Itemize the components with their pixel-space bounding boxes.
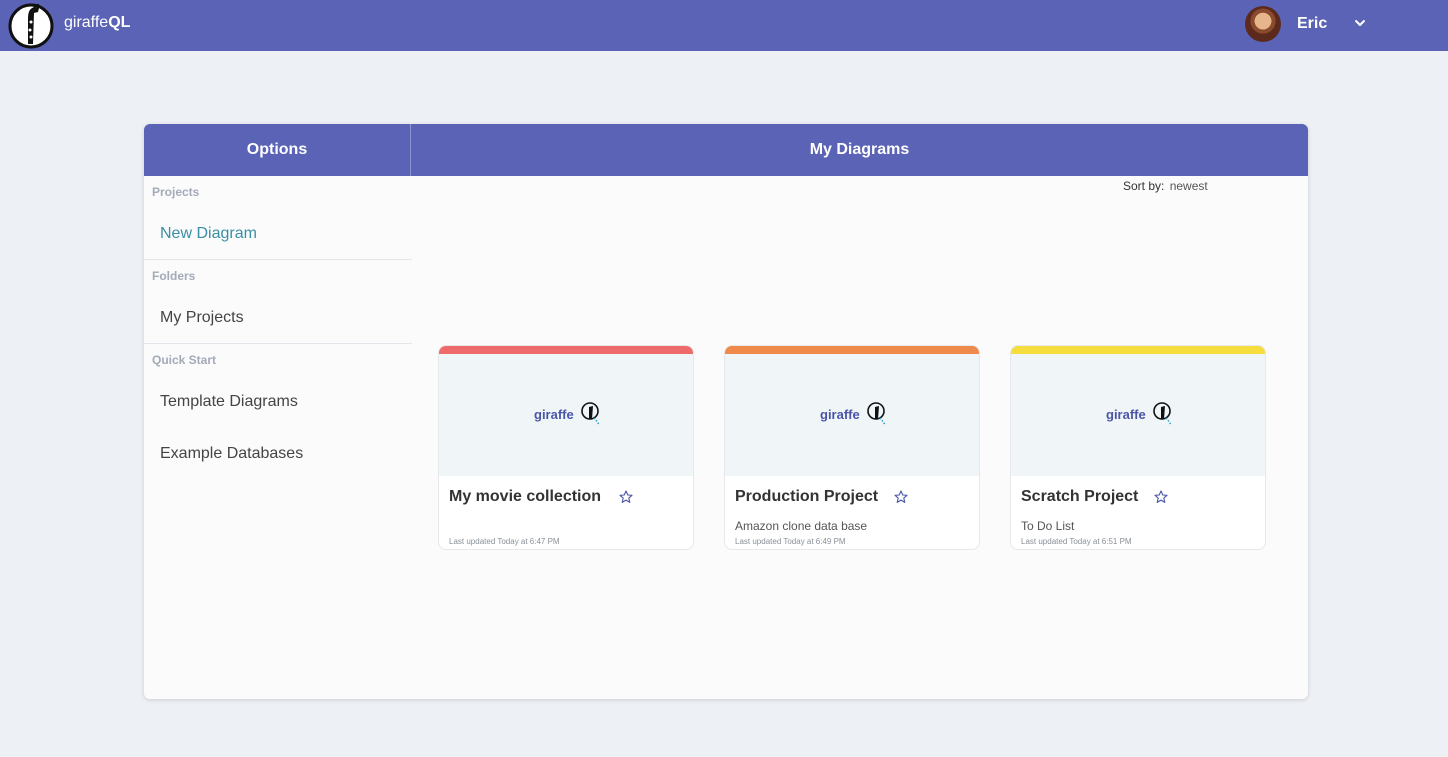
- card-thumbnail: giraffe: [725, 354, 979, 476]
- card-thumbnail: giraffe: [1011, 354, 1265, 476]
- card-last-updated: Last updated Today at 6:49 PM: [735, 537, 846, 546]
- user-avatar[interactable]: [1245, 6, 1281, 42]
- giraffe-logo-icon[interactable]: [8, 0, 54, 50]
- diagram-card[interactable]: giraffe Production Project Amazon clone …: [724, 345, 980, 550]
- sort-select[interactable]: newest: [1170, 179, 1208, 193]
- giraffe-logo-icon: [581, 402, 600, 426]
- diagram-card[interactable]: giraffe Scratch Project To Do List Last …: [1010, 345, 1266, 550]
- card-last-updated: Last updated Today at 6:51 PM: [1021, 537, 1132, 546]
- section-label-quick-start: Quick Start: [152, 353, 217, 367]
- top-navbar: giraffeQL Eric: [0, 0, 1448, 51]
- star-outline-icon[interactable]: [619, 490, 633, 504]
- template-diagrams-link[interactable]: Template Diagrams: [160, 393, 298, 411]
- thumbnail-logo-text: giraffe: [534, 407, 574, 422]
- brand-prefix: giraffe: [64, 14, 109, 31]
- card-color-strip: [1011, 346, 1265, 354]
- card-last-updated: Last updated Today at 6:47 PM: [449, 537, 560, 546]
- brand-name[interactable]: giraffeQL: [64, 14, 130, 32]
- sort-control: Sort by: newest: [1123, 179, 1208, 193]
- card-color-strip: [725, 346, 979, 354]
- star-outline-icon[interactable]: [1154, 490, 1168, 504]
- sidebar-divider: [144, 259, 412, 260]
- my-projects-link[interactable]: My Projects: [160, 309, 244, 327]
- card-color-strip: [439, 346, 693, 354]
- diagram-card[interactable]: giraffe My movie collection Last updated…: [438, 345, 694, 550]
- card-title: Production Project: [735, 488, 879, 505]
- thumbnail-logo-text: giraffe: [1106, 407, 1146, 422]
- chevron-down-icon[interactable]: [1352, 15, 1368, 31]
- card-thumbnail: giraffe: [439, 354, 693, 476]
- example-databases-link[interactable]: Example Databases: [160, 445, 303, 463]
- options-heading: Options: [144, 124, 411, 176]
- thumbnail-logo-text: giraffe: [820, 407, 860, 422]
- diagrams-panel: Options My Diagrams Projects New Diagram…: [144, 124, 1308, 699]
- new-diagram-link[interactable]: New Diagram: [160, 225, 257, 243]
- sort-label: Sort by:: [1123, 179, 1165, 193]
- star-outline-icon[interactable]: [894, 490, 908, 504]
- card-description: Amazon clone data base: [735, 519, 868, 533]
- sidebar-divider: [144, 343, 412, 344]
- section-label-projects: Projects: [152, 185, 200, 199]
- giraffe-logo-icon: [1153, 402, 1172, 426]
- card-title: My movie collection: [449, 488, 602, 505]
- my-diagrams-heading: My Diagrams: [809, 141, 910, 158]
- card-description: To Do List: [1021, 519, 1075, 533]
- section-label-folders: Folders: [152, 269, 196, 283]
- user-name[interactable]: Eric: [1297, 15, 1327, 33]
- panel-header: Options My Diagrams: [144, 124, 1308, 176]
- brand-suffix: QL: [108, 14, 131, 31]
- card-title: Scratch Project: [1021, 488, 1139, 505]
- giraffe-logo-icon: [867, 402, 886, 426]
